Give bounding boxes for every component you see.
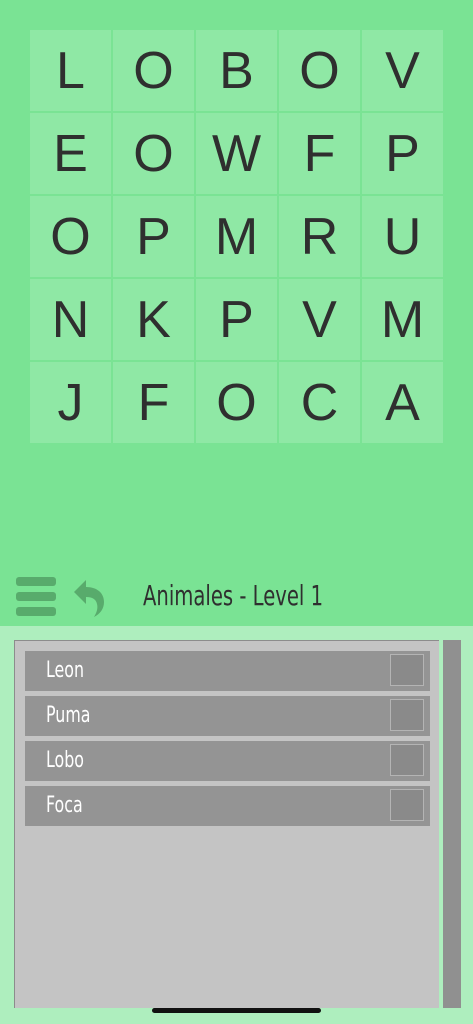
word-label: Lobo — [46, 748, 84, 773]
word-label: Foca — [46, 793, 83, 818]
game-board-area: L O B O V E O W F P O P M R U N K P V M … — [0, 0, 473, 628]
grid-cell[interactable]: O — [113, 30, 194, 111]
word-checkbox[interactable] — [390, 699, 424, 731]
grid-cell[interactable]: O — [279, 30, 360, 111]
grid-cell[interactable]: L — [30, 30, 111, 111]
grid-cell[interactable]: V — [279, 279, 360, 360]
grid-cell[interactable]: P — [113, 196, 194, 277]
word-list-scrollbar[interactable] — [443, 640, 461, 1008]
grid-cell[interactable]: V — [362, 30, 443, 111]
grid-cell[interactable]: P — [196, 279, 277, 360]
grid-cell[interactable]: M — [362, 279, 443, 360]
grid-cell[interactable]: P — [362, 113, 443, 194]
word-list-panel: Leon Puma Lobo Foca — [14, 640, 439, 1008]
grid-cell[interactable]: R — [279, 196, 360, 277]
grid-cell[interactable]: U — [362, 196, 443, 277]
toolbar: Animales - Level 1 — [0, 570, 473, 626]
grid-cell[interactable]: A — [362, 362, 443, 443]
word-checkbox[interactable] — [390, 789, 424, 821]
word-label: Puma — [46, 703, 91, 728]
grid-cell[interactable]: E — [30, 113, 111, 194]
word-checkbox[interactable] — [390, 654, 424, 686]
home-indicator[interactable] — [152, 1008, 321, 1013]
word-list-item[interactable]: Leon — [25, 651, 430, 691]
grid-cell[interactable]: W — [196, 113, 277, 194]
grid-cell[interactable]: F — [279, 113, 360, 194]
grid-cell[interactable]: K — [113, 279, 194, 360]
grid-cell[interactable]: J — [30, 362, 111, 443]
word-list-area: Leon Puma Lobo Foca — [0, 626, 473, 1024]
grid-cell[interactable]: O — [30, 196, 111, 277]
grid-cell[interactable]: F — [113, 362, 194, 443]
grid-cell[interactable]: N — [30, 279, 111, 360]
grid-cell[interactable]: B — [196, 30, 277, 111]
level-title: Animales - Level 1 — [143, 579, 324, 612]
word-list-item[interactable]: Foca — [25, 786, 430, 826]
letter-grid: L O B O V E O W F P O P M R U N K P V M … — [30, 30, 443, 443]
word-list-item[interactable]: Puma — [25, 696, 430, 736]
grid-cell[interactable]: O — [113, 113, 194, 194]
grid-cell[interactable]: M — [196, 196, 277, 277]
word-checkbox[interactable] — [390, 744, 424, 776]
undo-arrow-icon[interactable] — [70, 576, 106, 618]
hamburger-menu-icon[interactable] — [16, 576, 56, 616]
word-list-item[interactable]: Lobo — [25, 741, 430, 781]
grid-cell[interactable]: C — [279, 362, 360, 443]
grid-cell[interactable]: O — [196, 362, 277, 443]
word-label: Leon — [46, 658, 85, 683]
